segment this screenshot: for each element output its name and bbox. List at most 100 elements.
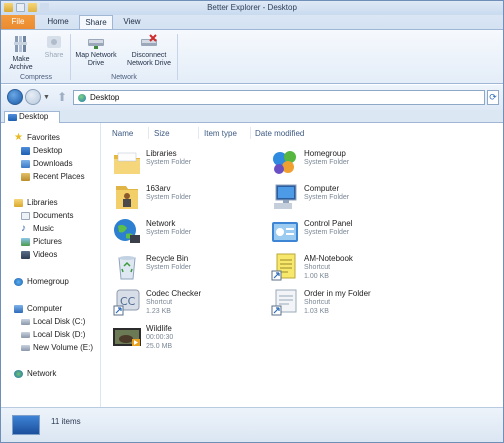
navigation-bar: ▼ ⬆ Desktop ⟳ [1,85,503,110]
file-type: System Folder [146,194,192,201]
libraries-icon [114,152,140,174]
file-name: Computer [304,184,340,193]
sidebar-item-label: Favorites [27,133,60,142]
file-size: 1.23 KB [146,308,171,315]
explorer-window: Better Explorer - Desktop File Home Shar… [0,0,504,443]
tab-view[interactable]: View [115,15,149,29]
libraries-icon [14,199,23,207]
tab-desktop-label: Desktop [19,112,49,121]
desktop-thumbnail-icon [12,415,40,435]
title-bar: Better Explorer - Desktop [1,1,503,15]
homegroup-icon [14,278,23,286]
tab-home[interactable]: Home [39,15,77,29]
column-header-date-modified[interactable]: Date modified [255,129,304,138]
file-name: Codec Checker [146,289,202,298]
computer-icon [14,305,23,313]
file-type: System Folder [304,194,350,201]
disconnect-network-drive-button[interactable]: Disconnect Network Drive [123,34,175,68]
status-bar: 11 items [1,407,503,442]
order-folder-shortcut-icon [271,289,297,316]
up-arrow-icon[interactable]: ⬆ [57,90,67,104]
user-folder-icon [116,186,138,209]
computer-icon [274,184,297,209]
drive-icon [21,345,30,351]
archive-icon [14,36,27,52]
make-archive-button[interactable]: Make Archive [6,34,36,72]
map-network-drive-button[interactable]: Map Network Drive [73,34,119,68]
make-archive-label: Make Archive [9,56,33,71]
file-name: AM-Notebook [304,254,353,263]
list-item[interactable]: Order in my Folder Shortcut 1.03 KB [270,287,430,319]
file-type: System Folder [304,229,350,236]
pictures-icon [21,238,30,246]
map-network-drive-label: Map Network Drive [75,52,117,67]
history-dropdown-icon[interactable]: ▼ [43,94,50,101]
control-panel-icon [272,222,298,242]
list-item[interactable]: 163arv System Folder [112,182,272,214]
address-bar[interactable]: Desktop [73,90,485,105]
documents-icon [21,212,30,220]
ribbon-tab-bar: File Home Share View [1,15,503,47]
file-size: 1.00 KB [304,273,329,280]
sidebar-item-label: Libraries [27,198,58,207]
list-item[interactable]: Computer System Folder [270,182,430,214]
file-type: Shortcut [304,264,331,271]
column-divider[interactable] [148,127,149,139]
file-size: 1.03 KB [304,308,329,315]
navigation-pane: ★ Favorites Desktop Downloads Recent Pla… [1,123,101,407]
sidebar-item-label: New Volume (E:) [33,343,94,352]
star-icon: ★ [14,132,23,143]
network-group-label: Network [111,74,137,81]
column-divider[interactable] [198,127,199,139]
notebook-shortcut-icon [271,253,296,281]
file-name: Wildlife [146,324,172,333]
tab-desktop[interactable]: Desktop [4,111,60,123]
network-icon [14,370,23,378]
list-item[interactable]: Recycle Bin System Folder [112,252,272,284]
file-type: System Folder [146,229,192,236]
downloads-icon [21,160,30,168]
list-item[interactable]: CC Codec Checker Shortcut 1.23 KB [112,287,272,319]
refresh-button[interactable]: ⟳ [487,90,499,105]
share-button[interactable]: Share [41,34,67,60]
ribbon-separator [70,34,71,80]
column-divider[interactable] [250,127,251,139]
desktop-icon [21,147,30,155]
recent-places-icon [21,173,30,181]
compress-group-label: Compress [20,74,52,81]
forward-button[interactable] [25,89,41,105]
file-name: Control Panel [304,219,353,228]
sidebar-item-label: Network [27,369,57,378]
folder-tab-strip: Desktop [1,110,503,123]
list-item[interactable]: Libraries System Folder [112,147,272,179]
music-icon: ♪ [21,223,26,234]
file-duration: 00:00:30 [146,334,174,341]
file-name: 163arv [146,184,171,193]
window-title: Better Explorer - Desktop [207,3,297,12]
list-item[interactable]: AM-Notebook Shortcut 1.00 KB [270,252,430,284]
column-header-size[interactable]: Size [154,129,170,138]
list-item[interactable]: Network System Folder [112,217,272,249]
back-button[interactable] [7,89,23,105]
list-item[interactable]: Homegroup System Folder [270,147,430,179]
sidebar-item-label: Local Disk (D:) [33,330,86,339]
drive-icon [21,332,30,338]
ribbon-panel: Make Archive Share Compress Map Network … [1,29,503,84]
sidebar-item-label: Local Disk (C:) [33,317,86,326]
share-icon [47,36,61,48]
list-item[interactable]: Control Panel System Folder [270,217,430,249]
column-header-name[interactable]: Name [112,129,133,138]
column-header-item-type[interactable]: Item type [204,129,237,138]
address-path: Desktop [90,93,120,102]
file-name: Network [146,219,176,228]
sidebar-item-label: Videos [33,250,58,259]
recycle-bin-icon [118,256,136,280]
file-name: Homegroup [304,149,346,158]
file-name: Order in my Folder [304,289,371,298]
file-type: System Folder [304,159,350,166]
sidebar-item-label: Pictures [33,237,62,246]
sidebar-item-label: Desktop [33,146,63,155]
list-item[interactable]: Wildlife 00:00:30 25.0 MB [112,322,272,354]
tab-share[interactable]: Share [79,15,113,29]
file-type: System Folder [146,159,192,166]
